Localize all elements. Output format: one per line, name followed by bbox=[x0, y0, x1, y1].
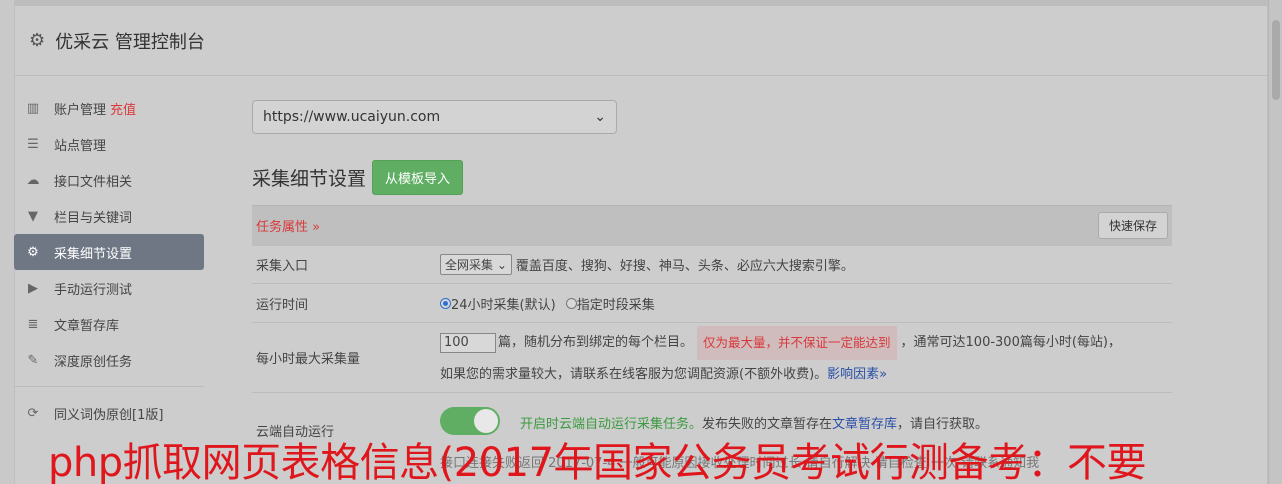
entry-select[interactable]: 全网采集 ⌄ bbox=[440, 254, 512, 275]
sidebar-item-manual-run[interactable]: ▶ 手动运行测试 bbox=[14, 270, 204, 306]
page-title: 优采云 管理控制台 bbox=[55, 31, 205, 53]
sidebar-item-interface[interactable]: ☁ 接口文件相关 bbox=[14, 162, 204, 198]
radio-period[interactable] bbox=[565, 297, 577, 309]
recharge-link[interactable]: 充值 bbox=[110, 99, 136, 118]
page-header: ⚙ 优采云 管理控制台 bbox=[15, 6, 1267, 76]
radio-24h-label: 24小时采集(默认) bbox=[451, 297, 556, 313]
max-text1: 篇，随机分布到绑定的每个栏目。 bbox=[498, 334, 694, 350]
sidebar-item-columns[interactable]: ▼ 栏目与关键词 bbox=[14, 198, 204, 234]
max-count-input[interactable]: 100 bbox=[440, 332, 496, 353]
max-warning: 仅为最大量，并不保证一定能达到 bbox=[697, 325, 897, 360]
sidebar-item-sites[interactable]: ☰ 站点管理 bbox=[14, 126, 204, 162]
settings-table: 任务属性 » 快速保存 采集入口 全网采集 ⌄ 覆盖百度、搜狗、好搜、神马、头条… bbox=[252, 205, 1172, 452]
sidebar-item-article-storage[interactable]: ≣ 文章暂存库 bbox=[14, 306, 204, 342]
row-label: 每小时最大采集量 bbox=[256, 352, 361, 367]
sidebar: ▥ 账户管理 充值 ☰ 站点管理 ☁ 接口文件相关 ▼ 栏目与关键词 ⚙ 采集细… bbox=[14, 90, 204, 431]
section-header: 采集细节设置 从模板导入 bbox=[252, 160, 1172, 195]
sidebar-item-synonym[interactable]: ⟳ 同义词伪原创[1版] bbox=[14, 395, 204, 431]
main-content: https://www.ucaiyun.com ⌄ 采集细节设置 从模板导入 任… bbox=[252, 100, 1172, 452]
site-select[interactable]: https://www.ucaiyun.com ⌄ bbox=[252, 100, 617, 134]
radio-period-label: 指定时段采集 bbox=[576, 297, 655, 313]
import-template-button[interactable]: 从模板导入 bbox=[372, 160, 464, 195]
scrollbar-thumb[interactable] bbox=[1272, 20, 1280, 100]
scrollbar[interactable] bbox=[1268, 0, 1282, 484]
refresh-icon: ⟳ bbox=[27, 405, 39, 421]
sidebar-divider bbox=[14, 386, 204, 387]
chevron-down-icon: ⌄ bbox=[594, 109, 606, 125]
table-header: 任务属性 » 快速保存 bbox=[252, 205, 1172, 245]
bar-chart-icon: ▥ bbox=[26, 100, 40, 116]
overlay-headline: php抓取网页表格信息(2017年国家公务员考试行测备考：不要 bbox=[48, 440, 1147, 484]
row-label: 运行时间 bbox=[256, 297, 309, 313]
play-circle-icon: ▶ bbox=[28, 280, 38, 296]
quick-save-button[interactable]: 快速保存 bbox=[1097, 212, 1168, 239]
max-text3: 如果您的需求量较大，请联系在线客服为您调配资源(不额外收费)。 bbox=[440, 366, 828, 382]
sidebar-item-deep-original[interactable]: ✎ 深度原创任务 bbox=[14, 342, 204, 378]
row-label: 采集入口 bbox=[256, 259, 309, 274]
sidebar-item-collect-settings[interactable]: ⚙ 采集细节设置 bbox=[14, 234, 204, 270]
edit-icon: ✎ bbox=[27, 352, 39, 368]
task-properties-toggle[interactable]: 任务属性 » bbox=[256, 216, 320, 235]
gear-icon: ⚙ bbox=[29, 30, 46, 51]
sidebar-item-account[interactable]: ▥ 账户管理 充值 bbox=[14, 90, 204, 126]
row-max: 每小时最大采集量 100 篇，随机分布到绑定的每个栏目。 仅为最大量，并不保证一… bbox=[252, 322, 1172, 392]
gears-icon: ⚙ bbox=[27, 244, 39, 260]
filter-icon: ▼ bbox=[28, 208, 38, 224]
section-title: 采集细节设置 bbox=[252, 168, 367, 190]
database-icon: ≣ bbox=[27, 316, 39, 332]
impact-factors-link[interactable]: 影响因素» bbox=[827, 360, 887, 390]
max-text2: ，通常可达100-300篇每小时(每站)， bbox=[900, 334, 1121, 350]
cloud-upload-icon: ☁ bbox=[26, 172, 40, 188]
row-entry: 采集入口 全网采集 ⌄ 覆盖百度、搜狗、好搜、神马、头条、必应六大搜索引擎。 bbox=[252, 245, 1172, 283]
server-icon: ☰ bbox=[27, 136, 39, 152]
radio-24h[interactable] bbox=[440, 297, 451, 309]
row-time: 运行时间 24小时采集(默认) 指定时段采集 bbox=[252, 283, 1172, 322]
entry-desc: 覆盖百度、搜狗、好搜、神马、头条、必应六大搜索引擎。 bbox=[515, 259, 854, 274]
